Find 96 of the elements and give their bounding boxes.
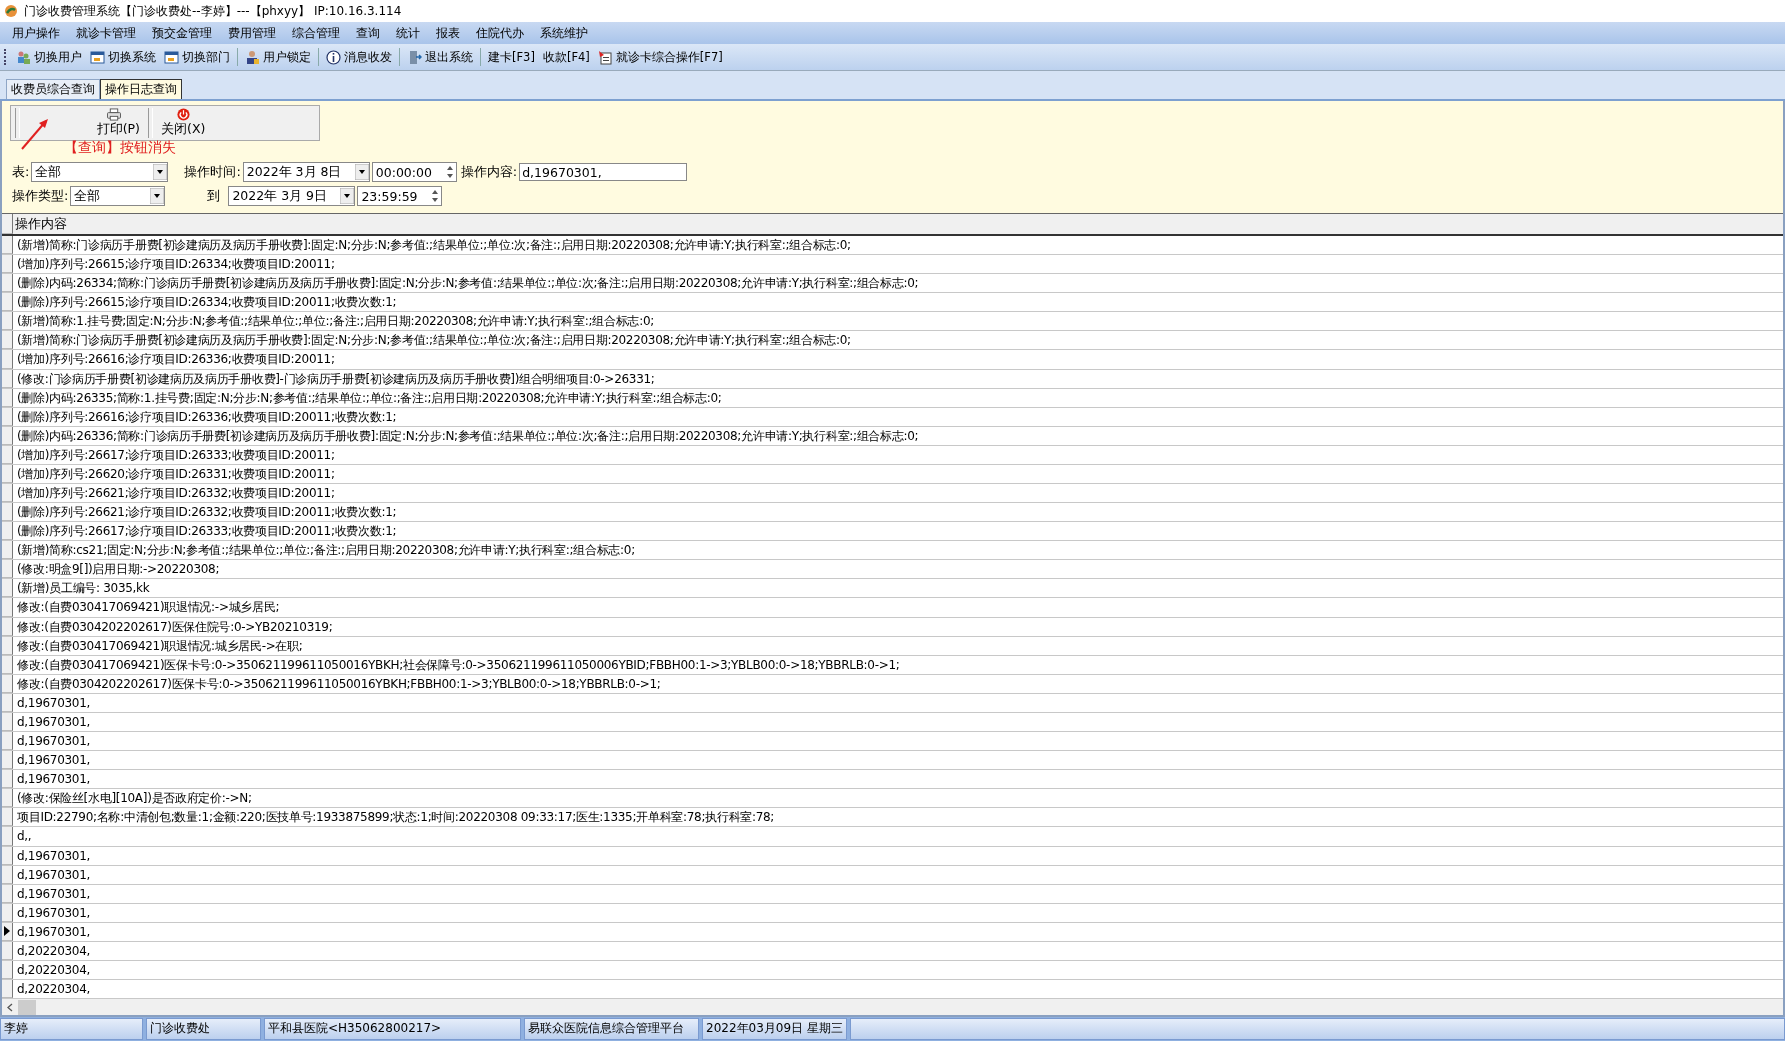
table-cell-text: (增加)序列号:26621;诊疗项目ID:26332;收费项目ID:20011; <box>16 485 335 502</box>
table-cell-text: (删除)序列号:26617;诊疗项目ID:26333;收费项目ID:20011;收费次数:1; <box>16 523 397 541</box>
annotation-arrow <box>20 117 50 151</box>
table-cell-text: d,19670301, <box>16 866 91 884</box>
content-input[interactable]: d,19670301, <box>519 163 688 181</box>
table-cell-text: d,19670301, <box>16 771 91 789</box>
table-cell-text: d,19670301, <box>16 752 91 770</box>
table-cell-text: (删除)内码:26336;简称:门诊病历手册费[初诊建病历及病历手册收费]:固定:N;分步:N;参考值:;结果单位:;单位:次;备注:;启用日期:20220308;允许申请:Y;执行科室:;组合标志:0; <box>16 427 919 445</box>
table-cell-text: 修改:(自费0304202202617)医保卡号:0->350621199611050016YBKH;FBBH00:1->3;YBLB00:0->18;YBBRLB:0->1; <box>16 675 661 693</box>
table-cell-text: 修改:(自费030417069421)医保卡号:0->350621199611050016YBKH;社会保障号:0->350621199611050006YBID;FBBH00:1->3;YBLB00:0->18;YBBRLB:0->1; <box>16 656 900 674</box>
dropdown-arrow-icon[interactable] <box>150 188 165 204</box>
row-indicator[interactable] <box>2 922 13 941</box>
table-dropdown[interactable]: 全部 <box>31 162 169 182</box>
status-panel: 门诊收费处 <box>146 1018 261 1040</box>
toolbar-button[interactable]: 用户锁定 <box>241 49 315 65</box>
lock-user-icon <box>245 49 260 65</box>
close-button[interactable]: 关闭(X) <box>157 106 210 140</box>
table-cell-text: (修改:门诊病历手册费[初诊建病历及病历手册收费]-门诊病历手册费[初诊建病历及病历手册收费])组合明细项目:0->26331; <box>16 370 655 388</box>
table-cell-text: d,20220304, <box>16 981 91 999</box>
status-panel: 李婷 <box>0 1018 143 1040</box>
table-cell-text: d,19670301, <box>16 713 91 731</box>
table-cell-text: (增加)序列号:26615;诊疗项目ID:26334;收费项目ID:20011; <box>16 256 335 274</box>
status-panel: 易联众医院信息综合管理平台 <box>524 1018 699 1040</box>
field-label: 到 <box>207 187 221 205</box>
status-panel: 平和县医院<H35062800217> <box>264 1018 521 1040</box>
field-label: 操作内容: <box>460 163 518 181</box>
table-cell-text: (删除)序列号:26615;诊疗项目ID:26334;收费项目ID:20011;收费次数:1; <box>16 294 397 312</box>
table-cell-text: (修改:明盒9[])启用日期:->20220308; <box>16 561 220 579</box>
menu-item[interactable]: 预交金管理 <box>144 25 220 41</box>
menu-item[interactable]: 用户操作 <box>4 25 68 41</box>
status-panel: 2022年03月09日 星期三 <box>702 1018 847 1040</box>
toolbar-button[interactable]: 切换系统 <box>86 49 160 65</box>
date-picker[interactable]: 2022年 3月 9日 <box>228 186 356 206</box>
table-cell-text: (增加)序列号:26617;诊疗项目ID:26333;收费项目ID:20011; <box>16 446 335 464</box>
table-cell-text: (增加)序列号:26620;诊疗项目ID:26331;收费项目ID:20011; <box>16 465 335 483</box>
menu-item[interactable]: 综合管理 <box>284 25 348 41</box>
printer-icon <box>106 108 122 121</box>
dropdown-arrow-icon[interactable] <box>340 188 355 204</box>
toolbar-button[interactable]: 就诊卡综合操作[F7] <box>593 49 727 65</box>
window-title: 门诊收费管理系统【门诊收费处--李婷】---【phxyy】 IP:10.16.3.114 <box>24 2 402 20</box>
scrollbar-thumb[interactable] <box>18 999 36 1015</box>
menu-item[interactable]: 费用管理 <box>220 25 284 41</box>
table-cell-text: d,19670301, <box>16 694 91 712</box>
table-cell-text: d,19670301, <box>16 885 91 903</box>
table-cell-text: d,19670301, <box>16 904 91 922</box>
toolbar-button[interactable]: 切换部门 <box>160 49 234 65</box>
time-field[interactable]: 00:00:00 <box>371 162 457 182</box>
field-label: 表: <box>12 163 30 181</box>
toolbar-button[interactable]: 退出系统 <box>403 49 477 65</box>
table-cell-text: (删除)序列号:26621;诊疗项目ID:26332;收费项目ID:20011;收费次数:1; <box>16 504 397 522</box>
tab[interactable]: 操作日志查询 <box>100 79 182 99</box>
table-cell-text: (新增)简称:cs21;固定:N;分步:N;参考值:;结果单位:;单位:;备注:;启用日期:20220308;允许申请:Y;执行科室:;组合标志:0; <box>16 542 635 560</box>
table-cell-text: d,, <box>16 828 32 846</box>
table-cell-text: (新增)简称:门诊病历手册费[初诊建病历及病历手册收费]:固定:N;分步:N;参考值:;结果单位:;单位:次;备注:;启用日期:20220308;允许申请:Y;执行科室:;组合标志:0; <box>16 332 851 350</box>
menu-item[interactable]: 系统维护 <box>532 25 596 41</box>
window-icon <box>90 49 105 65</box>
toolbar-button[interactable]: 切换用户 <box>12 49 86 65</box>
table-cell-text: (新增)简称:门诊病历手册费[初诊建病历及病历手册收费]:固定:N;分步:N;参考值:;结果单位:;单位:次;备注:;启用日期:20220308;允许申请:Y;执行科室:;组合标志:0; <box>16 237 851 254</box>
annotation-text: 【查询】按钮消失 <box>64 139 176 155</box>
table-cell-text: d,19670301, <box>16 923 91 941</box>
table-cell-text: 修改:(自费030417069421)职退情况:城乡居民->在职; <box>16 637 303 655</box>
table-cell-text: (新增)员工编号: 3035,kk <box>16 580 150 598</box>
toolbar-button[interactable]: 消息收发 <box>322 49 396 65</box>
dropdown-arrow-icon[interactable] <box>354 164 369 180</box>
exit-door-icon <box>407 49 422 65</box>
info-icon <box>326 49 341 65</box>
menu-item[interactable]: 查询 <box>348 25 388 41</box>
table-cell-text: d,20220304, <box>16 942 91 960</box>
time-field[interactable]: 23:59:59 <box>357 186 443 206</box>
menu-item[interactable]: 住院代办 <box>468 25 532 41</box>
table-cell-text: 项目ID:22790;名称:中清创包;数量:1;金额:220;医技单号:1933875899;状态:1;时间:20220308 09:33:17;医生:1335;开单科室:78;执行科室:78; <box>16 809 775 827</box>
dropdown-arrow-icon[interactable] <box>153 164 168 180</box>
field-label: 操作时间: <box>184 163 241 181</box>
table-cell-text: (增加)序列号:26616;诊疗项目ID:26336;收费项目ID:20011; <box>16 351 335 369</box>
toolbar-button[interactable]: 建卡[F3] <box>484 49 539 65</box>
date-picker[interactable]: 2022年 3月 8日 <box>242 162 370 182</box>
table-cell-text: d,19670301, <box>16 847 91 865</box>
table-cell-text: (新增)简称:1.挂号费;固定:N;分步:N;参考值:;结果单位:;单位:;备注:;启用日期:20220308;允许申请:Y;执行科室:;组合标志:0; <box>16 313 654 331</box>
toolbar-button[interactable]: 收款[F4] <box>538 49 594 65</box>
table-cell-text: (修改:保险丝[水电][10A])是否政府定价:->N; <box>16 790 252 808</box>
table-cell-text: 修改:(自费030417069421)职退情况:->城乡居民; <box>16 599 280 617</box>
menu-item[interactable]: 报表 <box>428 25 468 41</box>
type-dropdown[interactable]: 全部 <box>70 186 166 206</box>
table-cell-text: d,19670301, <box>16 733 91 751</box>
table-cell-text: (删除)内码:26334;简称:门诊病历手册费[初诊建病历及病历手册收费]:固定:N;分步:N;参考值:;结果单位:;单位:次;备注:;启用日期:20220308;允许申请:Y;执行科室:;组合标志:0; <box>16 275 919 293</box>
menu-item[interactable]: 就诊卡管理 <box>68 25 144 41</box>
field-label: 操作类型: <box>12 187 69 205</box>
table-cell-text: 修改:(自费0304202202617)医保住院号:0->YB20210319; <box>16 618 333 636</box>
app-logo-icon <box>4 4 18 18</box>
table-cell-text: d,20220304, <box>16 961 91 979</box>
power-icon <box>175 108 191 121</box>
menu-item[interactable]: 统计 <box>388 25 428 41</box>
table-cell-text: (删除)内码:26335;简称:1.挂号费;固定:N;分步:N;参考值:;结果单位:;单位:;备注:;启用日期:20220308;允许申请:Y;执行科室:;组合标志:0; <box>16 389 722 407</box>
table-cell-text: (删除)序列号:26616;诊疗项目ID:26336;收费项目ID:20011;收费次数:1; <box>16 408 397 426</box>
tab[interactable]: 收费员综合查询 <box>6 79 100 99</box>
users-icon <box>16 49 31 65</box>
